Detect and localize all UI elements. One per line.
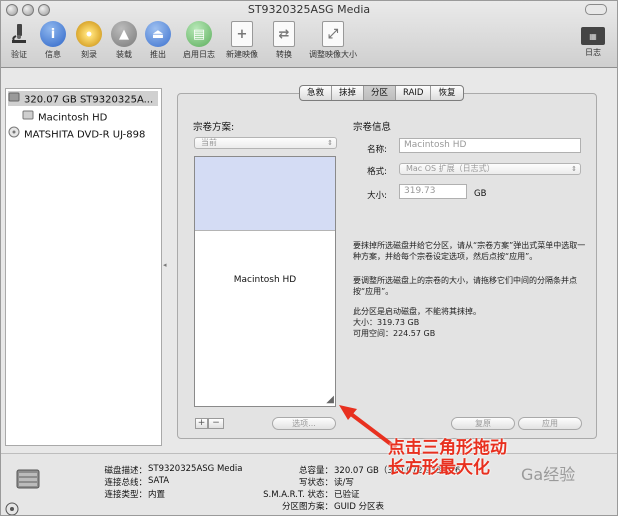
watermark: Ga经验 bbox=[521, 465, 576, 484]
annotation-line-1: 点击三角形拖动 bbox=[388, 438, 507, 458]
annotation-arrow bbox=[339, 405, 398, 450]
annotation-line-2: 长方形最大化 bbox=[388, 458, 490, 478]
disk-utility-window: ST9320325ASG Media 验证 i 信息 刻录 ▲ 装载 ⏏ 推出 … bbox=[0, 0, 618, 516]
annotation-text: 点击三角形拖动 长方形最大化 bbox=[388, 438, 507, 478]
